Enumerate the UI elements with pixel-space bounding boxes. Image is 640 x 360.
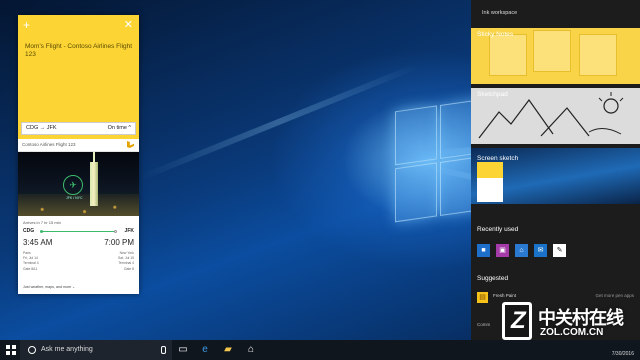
depart-time: 3:45 AM — [23, 238, 53, 247]
destination-city-image: ✈ JFK / NYC — [18, 152, 139, 216]
cortana-icon — [28, 346, 36, 354]
note-footer-link[interactable]: Just weather, maps, and more ⌄ — [23, 285, 75, 289]
watermark-url: ZOL.COM.CN — [540, 327, 604, 338]
file-explorer-icon[interactable]: ▰ — [221, 343, 235, 357]
recent-apps: ■ ▣ ⌂ ✉ ✎ — [477, 244, 637, 258]
airplane-icon: ✈ — [63, 175, 83, 195]
clock-date[interactable]: 7/30/2016 — [612, 351, 634, 357]
ink-workspace-panel: Ink workspace Sticky Notes Sketchpad Scr… — [471, 0, 640, 340]
sticky-note-header: + ✕ Mom's Flight - Contoso Airlines Flig… — [18, 15, 139, 139]
flight-status[interactable]: On time ^ — [108, 123, 131, 134]
recently-used-label: Recently used — [477, 226, 519, 233]
pen-icon[interactable]: ✎ — [553, 244, 566, 257]
photos-icon[interactable]: ▣ — [496, 244, 509, 257]
sticky-notes-label: Sticky Notes — [477, 31, 514, 38]
city-caption: JFK / NYC — [66, 196, 83, 200]
search-placeholder: Ask me anything — [41, 346, 93, 353]
arrive-time: 7:00 PM — [104, 238, 134, 247]
bing-icon — [127, 141, 134, 148]
zol-logo: Z — [502, 302, 532, 340]
origin-code: CDG — [23, 228, 35, 234]
eta-text: Arrives in 7 hr 15 min — [23, 220, 61, 225]
note-text[interactable]: Mom's Flight - Contoso Airlines Flight 1… — [25, 43, 133, 59]
flight-route-bar[interactable]: CDG → JFK On time ^ — [21, 122, 136, 135]
suggested-label: Suggested — [477, 275, 509, 282]
dest-code: JFK — [124, 228, 134, 234]
store-icon[interactable]: ⌂ — [244, 343, 258, 357]
sketchpad-label: Sketchpad — [477, 91, 508, 98]
depart-details: Paris Fri, Jul 14 Terminal 4 Gate 8A1 — [23, 251, 39, 271]
video-icon[interactable]: ■ — [477, 244, 490, 257]
mail-icon[interactable]: ✉ — [534, 244, 547, 257]
add-note-button[interactable]: + — [23, 18, 30, 32]
zol-watermark: Z 中关村在线 ZOL.COM.CN — [500, 298, 640, 348]
flight-progress: CDG JFK — [23, 228, 134, 236]
close-note-button[interactable]: ✕ — [124, 18, 133, 31]
edge-icon[interactable]: e — [198, 343, 212, 357]
task-view-icon[interactable]: ▭ — [176, 343, 190, 357]
microphone-icon[interactable] — [161, 346, 166, 354]
screen-sketch-label: Screen sketch — [477, 155, 519, 162]
store-icon[interactable]: ⌂ — [515, 244, 528, 257]
arrive-details: New York Sat, Jul 15 Terminal 4 Gate 8 — [117, 251, 134, 271]
ink-workspace-title: Ink workspace — [482, 10, 518, 16]
sticky-note[interactable]: + ✕ Mom's Flight - Contoso Airlines Flig… — [18, 15, 139, 294]
bottom-truncated-text: Comm — [477, 322, 491, 327]
fresh-paint-icon: ▤ — [477, 292, 488, 303]
cortana-search-box[interactable]: Ask me anything — [20, 340, 172, 360]
route-label: CDG → JFK — [26, 125, 57, 131]
airline-row: Contoso Airlines Flight 123 — [18, 139, 139, 152]
start-button[interactable] — [6, 345, 16, 355]
airline-label: Contoso Airlines Flight 123 — [22, 142, 76, 147]
